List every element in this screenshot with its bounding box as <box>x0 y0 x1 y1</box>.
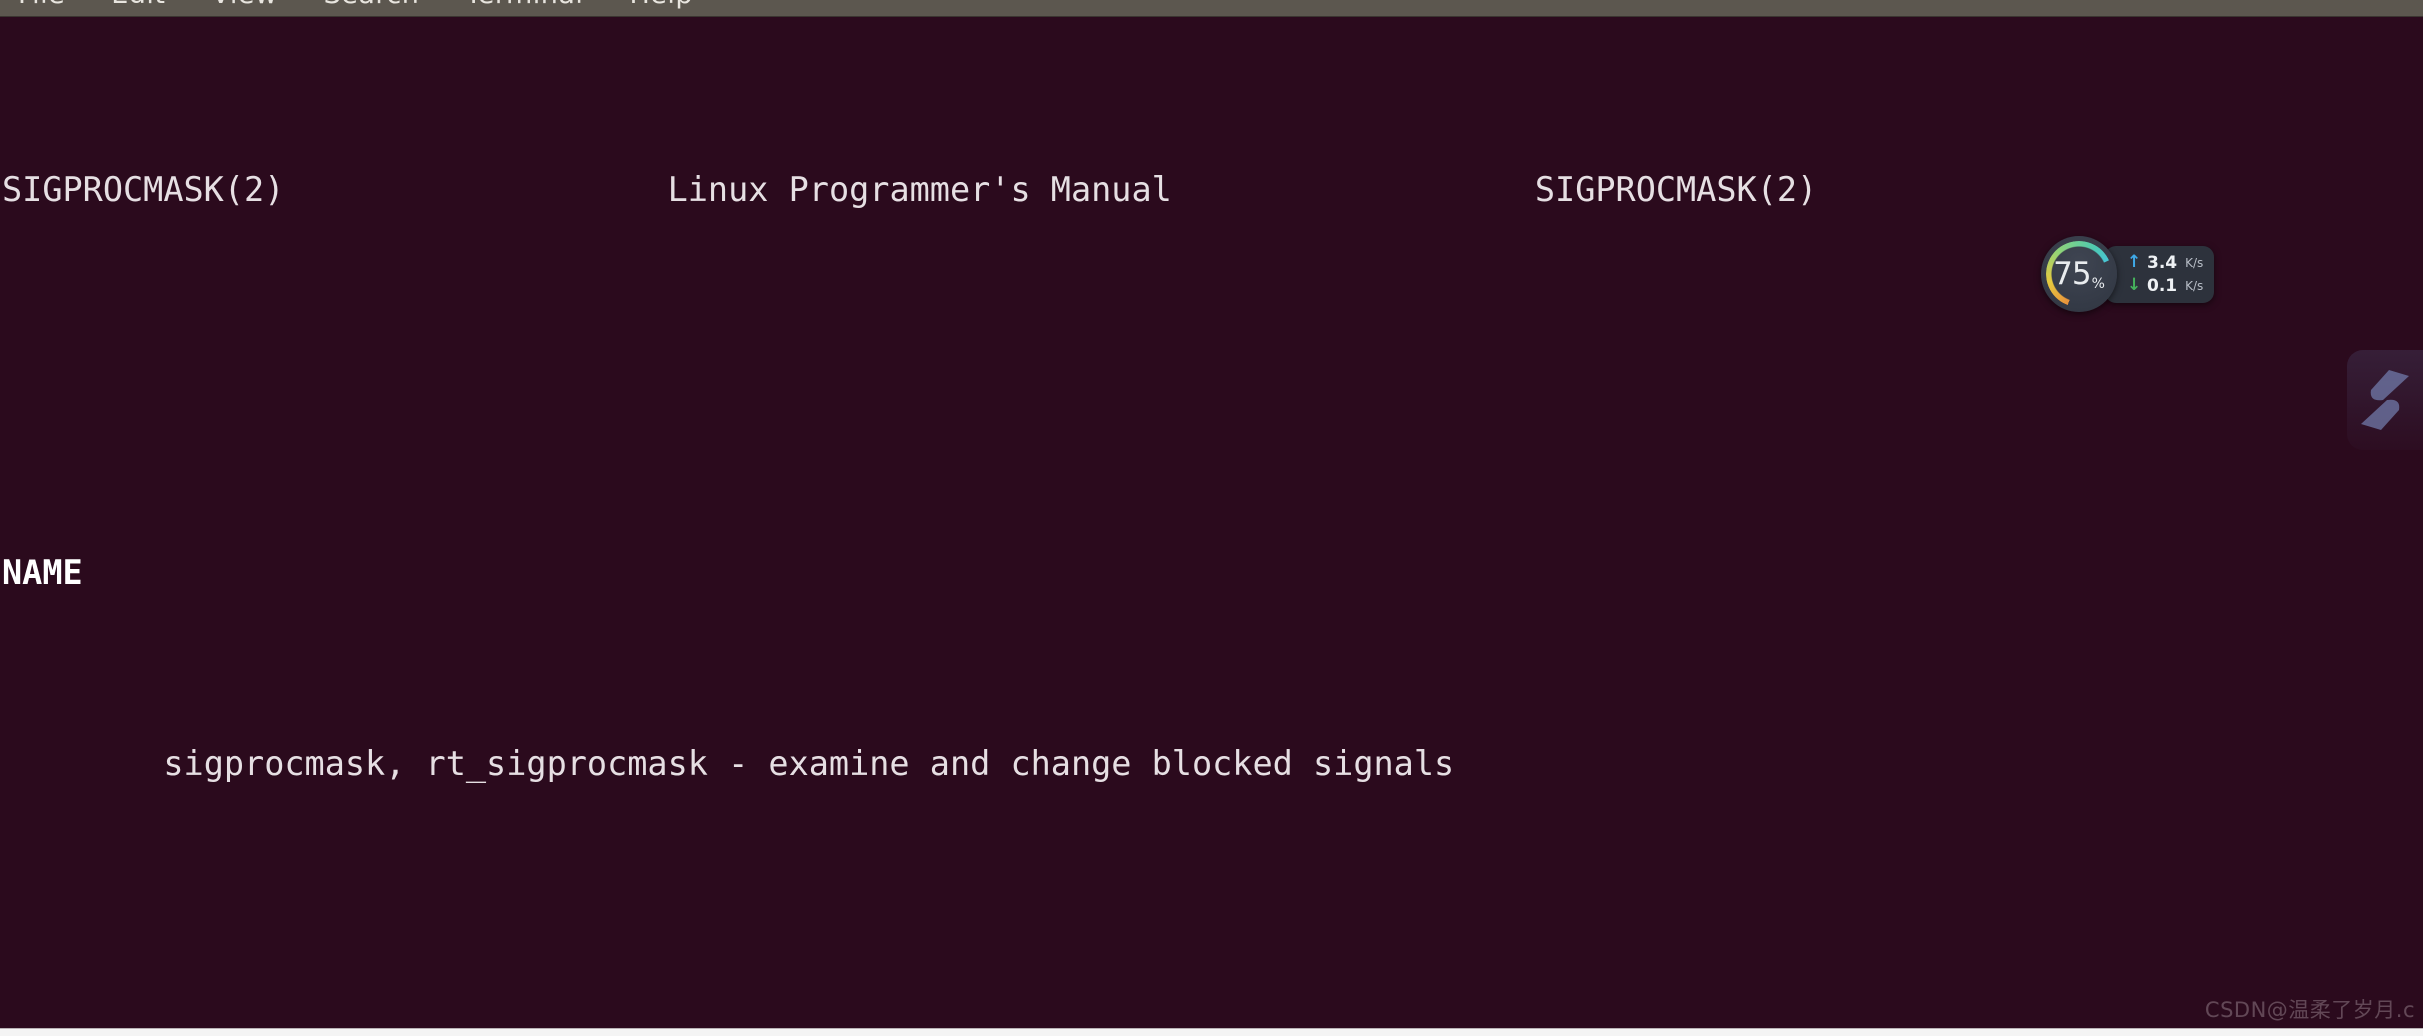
menu-item-terminal[interactable]: Terminal <box>465 0 583 11</box>
section-heading-name: NAME <box>2 549 2423 597</box>
arrow-up-icon: ↑ <box>2127 252 2142 272</box>
name-body-text: sigprocmask, rt_sigprocmask - examine an… <box>163 743 1455 783</box>
cpu-gauge-label: 75% <box>2041 236 2117 312</box>
header-gap-2 <box>1172 170 1535 209</box>
cpu-gauge[interactable]: 75% <box>2041 236 2117 312</box>
header-gap-1 <box>284 170 667 209</box>
flash-logo-icon <box>2361 370 2409 430</box>
menu-item-view[interactable]: View <box>211 0 277 11</box>
terminal-text-area[interactable]: SIGPROCMASK(2) Linux Programmer's Manual… <box>0 17 2423 1028</box>
upload-rate-unit: K/s <box>2185 255 2204 270</box>
upload-rate-value: 3.4 <box>2147 252 2178 273</box>
download-rate-unit: K/s <box>2185 278 2204 293</box>
manpage-header-line: SIGPROCMASK(2) Linux Programmer's Manual… <box>2 166 2423 214</box>
cpu-percent-value: 75 <box>2053 256 2091 292</box>
manpage-header-center: Linux Programmer's Manual <box>667 170 1172 210</box>
percent-sign: % <box>2091 276 2105 292</box>
menu-item-help[interactable]: Help <box>629 0 693 11</box>
terminal-window: File Edit View Search Terminal Help SIGP… <box>0 0 2423 1036</box>
arrow-down-icon: ↓ <box>2127 275 2142 295</box>
download-rate-row: ↓ 0.1 K/s <box>2127 276 2203 296</box>
flash-logo-tab[interactable] <box>2347 350 2423 450</box>
manpage-header-left: SIGPROCMASK(2) <box>2 170 285 210</box>
menu-bar: File Edit View Search Terminal Help <box>0 0 2423 17</box>
watermark-text: CSDN@温柔了岁月.c <box>2204 998 2415 1022</box>
menu-item-search[interactable]: Search <box>324 0 420 11</box>
download-rate-value: 0.1 <box>2147 275 2178 296</box>
menu-item-file[interactable]: File <box>18 0 65 11</box>
system-monitor-widget[interactable]: 75% ↑ 3.4 K/s ↓ 0.1 K/s <box>2041 236 2227 312</box>
name-body-line: sigprocmask, rt_sigprocmask - examine an… <box>2 740 2423 788</box>
network-rates-panel: ↑ 3.4 K/s ↓ 0.1 K/s <box>2105 245 2215 303</box>
upload-rate-row: ↑ 3.4 K/s <box>2127 253 2203 273</box>
menu-item-edit[interactable]: Edit <box>111 0 165 11</box>
name-heading-text: NAME <box>2 552 83 592</box>
manpage-header-right: SIGPROCMASK(2) <box>1534 170 1818 210</box>
bottom-edge-strip <box>0 1028 2423 1036</box>
